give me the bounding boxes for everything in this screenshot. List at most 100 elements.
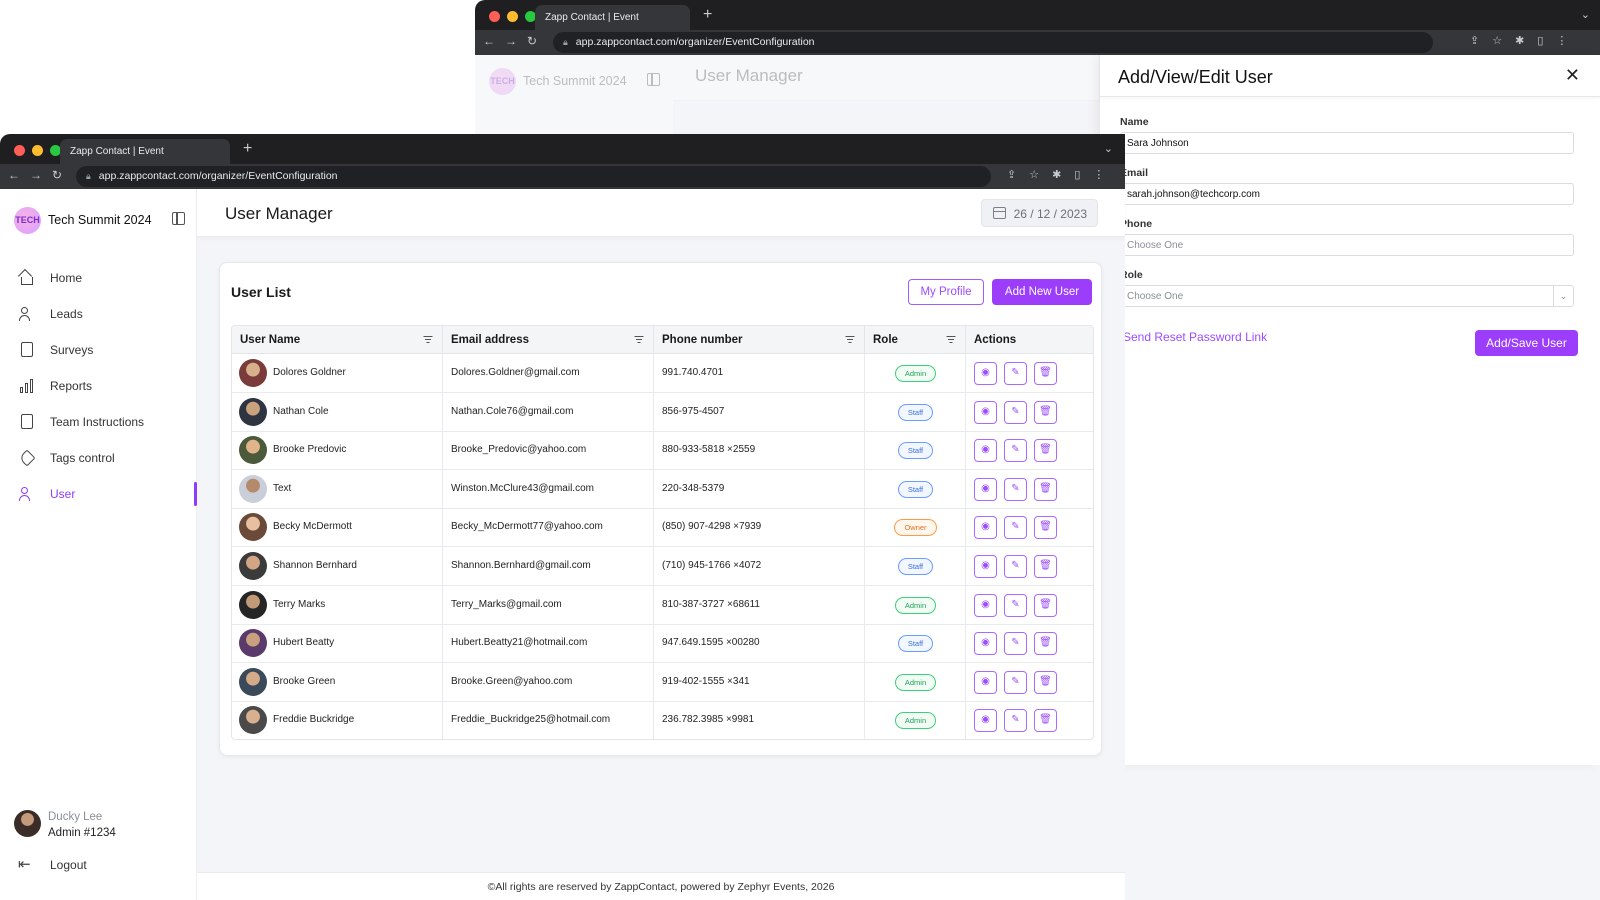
cell-actions: ◉ ✎ 🗑︎ [966,663,1093,702]
close-window-button[interactable] [14,145,25,156]
close-window-button[interactable] [489,11,500,22]
view-icon[interactable]: ◉ [974,709,997,733]
email-field[interactable]: sarah.johnson@techcorp.com [1120,183,1574,205]
back-arrow-icon[interactable]: ← [483,34,495,48]
view-icon[interactable]: ◉ [974,670,997,694]
window-controls[interactable] [489,11,536,22]
browser-toolbar: ← → ↻ 🔒︎ app.zappcontact.com/organizer/Ev… [475,30,1600,55]
phone-field[interactable]: Choose One [1120,234,1574,256]
cell-phone: 236.782.3985 ×9981 [654,701,865,739]
lock-icon: 🔒︎ [563,37,568,47]
share-icon[interactable]: ⇪ [1007,168,1016,181]
bookmark-star-icon[interactable]: ☆ [1029,168,1039,181]
sidepanel-icon[interactable]: ▯ [1074,168,1080,181]
filter-icon[interactable] [634,336,643,344]
more-menu-icon[interactable]: ⋮ [1556,34,1567,47]
extensions-icon[interactable]: ✱ [1515,34,1524,47]
column-header-role[interactable]: Role [865,326,966,354]
delete-icon[interactable]: 🗑︎ [1034,555,1057,578]
tab-list-chevron-icon[interactable]: ⌄ [1581,8,1590,21]
edit-icon[interactable]: ✎ [1004,555,1027,578]
bookmark-star-icon[interactable]: ☆ [1492,34,1502,47]
column-header-user-name[interactable]: User Name [232,326,443,354]
add-new-user-button[interactable]: Add New User [992,279,1092,305]
sidebar-item-home[interactable]: Home [0,260,197,296]
reload-icon[interactable]: ↻ [52,168,62,182]
avatar[interactable] [14,810,41,837]
minimize-window-button[interactable] [507,11,518,22]
filter-icon[interactable] [423,336,432,344]
cell-role: Admin [865,354,966,393]
edit-icon[interactable]: ✎ [1004,477,1027,501]
delete-icon[interactable]: 🗑︎ [1034,362,1057,385]
back-arrow-icon[interactable]: ← [8,168,20,182]
forward-arrow-icon[interactable]: → [30,168,42,182]
view-icon[interactable]: ◉ [974,632,997,656]
browser-tab[interactable]: Zapp Contact | Event [60,139,230,164]
view-icon[interactable]: ◉ [974,439,997,463]
edit-icon[interactable]: ✎ [1004,632,1027,656]
address-bar[interactable]: 🔒︎ app.zappcontact.com/organizer/EventCon… [76,166,991,187]
sidebar-item-surveys[interactable]: Surveys [0,332,197,368]
delete-icon[interactable]: 🗑︎ [1034,670,1057,694]
forward-arrow-icon[interactable]: → [505,34,517,48]
edit-icon[interactable]: ✎ [1004,362,1027,385]
window-controls[interactable] [14,145,61,156]
extensions-icon[interactable]: ✱ [1052,168,1061,181]
close-icon[interactable]: ✕ [1565,65,1580,86]
send-reset-password-link[interactable]: Send Reset Password Link [1123,330,1267,344]
user-edit-drawer: Add/View/Edit User ✕ Name Sara Johnson E… [1099,55,1600,765]
name-field[interactable]: Sara Johnson [1120,132,1574,154]
collapse-sidebar-icon[interactable] [647,73,660,86]
edit-icon[interactable]: ✎ [1004,516,1027,540]
user-name: Brooke Green [273,675,336,687]
new-tab-icon[interactable]: + [243,140,252,158]
sidebar-item-tags-control[interactable]: Tags control [0,440,197,476]
avatar [239,359,267,387]
edit-icon[interactable]: ✎ [1004,593,1027,617]
collapse-sidebar-icon[interactable] [172,212,185,225]
view-icon[interactable]: ◉ [974,400,997,424]
more-menu-icon[interactable]: ⋮ [1093,168,1104,181]
delete-icon[interactable]: 🗑︎ [1034,439,1057,463]
browser-tab[interactable]: Zapp Contact | Event [535,5,690,30]
column-header-phone[interactable]: Phone number [654,326,865,354]
edit-icon[interactable]: ✎ [1004,709,1027,733]
delete-icon[interactable]: 🗑︎ [1034,477,1057,501]
edit-icon[interactable]: ✎ [1004,670,1027,694]
minimize-window-button[interactable] [32,145,43,156]
sidebar-item-label: Reports [50,379,93,393]
edit-icon[interactable]: ✎ [1004,400,1027,424]
date-picker[interactable]: 26 / 12 / 2023 [980,199,1098,227]
logout-button[interactable]: ⇤ Logout [0,847,197,883]
tab-list-chevron-icon[interactable]: ⌄ [1104,142,1113,155]
share-icon[interactable]: ⇪ [1470,34,1479,47]
sidepanel-icon[interactable]: ▯ [1537,34,1543,47]
delete-icon[interactable]: 🗑︎ [1034,632,1057,656]
cell-phone: 947.649.1595 ×00280 [654,624,865,664]
filter-icon[interactable] [845,336,854,344]
column-header-email[interactable]: Email address [443,326,654,354]
view-icon[interactable]: ◉ [974,477,997,501]
delete-icon[interactable]: 🗑︎ [1034,400,1057,424]
view-icon[interactable]: ◉ [974,555,997,578]
role-select[interactable]: Choose One ⌄ [1120,285,1574,307]
column-header-actions: Actions [966,326,1093,354]
reload-icon[interactable]: ↻ [527,34,537,48]
delete-icon[interactable]: 🗑︎ [1034,593,1057,617]
sidebar-item-reports[interactable]: Reports [0,368,197,404]
new-tab-icon[interactable]: + [703,6,712,24]
view-icon[interactable]: ◉ [974,516,997,540]
sidebar-item-leads[interactable]: Leads [0,296,197,332]
sidebar-item-team-instructions[interactable]: Team Instructions [0,404,197,440]
address-bar[interactable]: 🔒︎ app.zappcontact.com/organizer/EventCon… [553,32,1433,53]
view-icon[interactable]: ◉ [974,593,997,617]
delete-icon[interactable]: 🗑︎ [1034,709,1057,733]
my-profile-button[interactable]: My Profile [908,279,984,305]
add-save-user-button[interactable]: Add/Save User [1475,330,1578,356]
delete-icon[interactable]: 🗑︎ [1034,516,1057,540]
filter-icon[interactable] [946,336,955,344]
edit-icon[interactable]: ✎ [1004,439,1027,463]
sidebar-item-user[interactable]: User [0,476,197,512]
view-icon[interactable]: ◉ [974,362,997,385]
